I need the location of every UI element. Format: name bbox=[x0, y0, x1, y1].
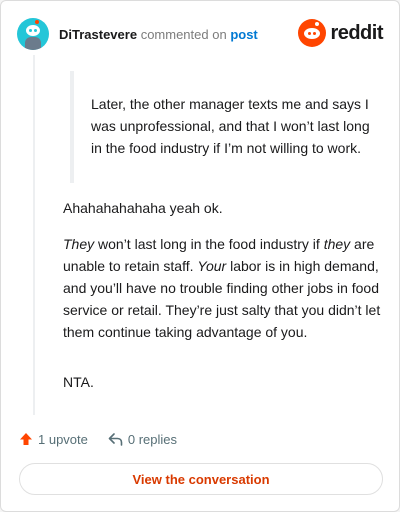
view-conversation-button[interactable]: View the conversation bbox=[19, 463, 383, 495]
reddit-wordmark: reddit bbox=[330, 21, 383, 44]
reddit-logo[interactable]: reddit bbox=[298, 19, 383, 47]
action-text: commented on bbox=[140, 26, 227, 42]
emphasis-they: They bbox=[63, 236, 95, 252]
upvote-button[interactable]: 1 upvote bbox=[19, 432, 88, 447]
embed-card: DiTrastevere commented on post reddit La… bbox=[0, 0, 400, 512]
upvote-count: 1 upvote bbox=[38, 431, 88, 447]
comment-header: DiTrastevere commented on post reddit bbox=[17, 17, 383, 51]
reply-icon bbox=[108, 432, 123, 446]
snoo-icon bbox=[298, 19, 327, 47]
upvote-arrow-icon bbox=[20, 433, 32, 445]
thread-line bbox=[33, 55, 35, 415]
comment-footer: 1 upvote 0 replies bbox=[19, 429, 177, 449]
comment-paragraph-1: Ahahahahahaha yeah ok. bbox=[63, 200, 223, 216]
emphasis-your: Your bbox=[197, 258, 227, 274]
username-link[interactable]: DiTrastevere bbox=[59, 27, 137, 42]
comment-paragraph-2: They won’t last long in the food industr… bbox=[63, 233, 383, 343]
replies-button[interactable]: 0 replies bbox=[108, 432, 177, 447]
comment-paragraph-3: NTA. bbox=[63, 374, 94, 390]
quote-bar bbox=[70, 71, 74, 183]
comment-meta: DiTrastevere commented on post bbox=[59, 27, 258, 42]
replies-count: 0 replies bbox=[127, 431, 178, 447]
blockquote: Later, the other manager texts me and sa… bbox=[91, 96, 370, 156]
text-run: won’t last long in the food industry if bbox=[94, 236, 324, 252]
post-link[interactable]: post bbox=[230, 27, 257, 42]
avatar[interactable] bbox=[17, 18, 49, 50]
emphasis-they-2: they bbox=[323, 236, 351, 252]
